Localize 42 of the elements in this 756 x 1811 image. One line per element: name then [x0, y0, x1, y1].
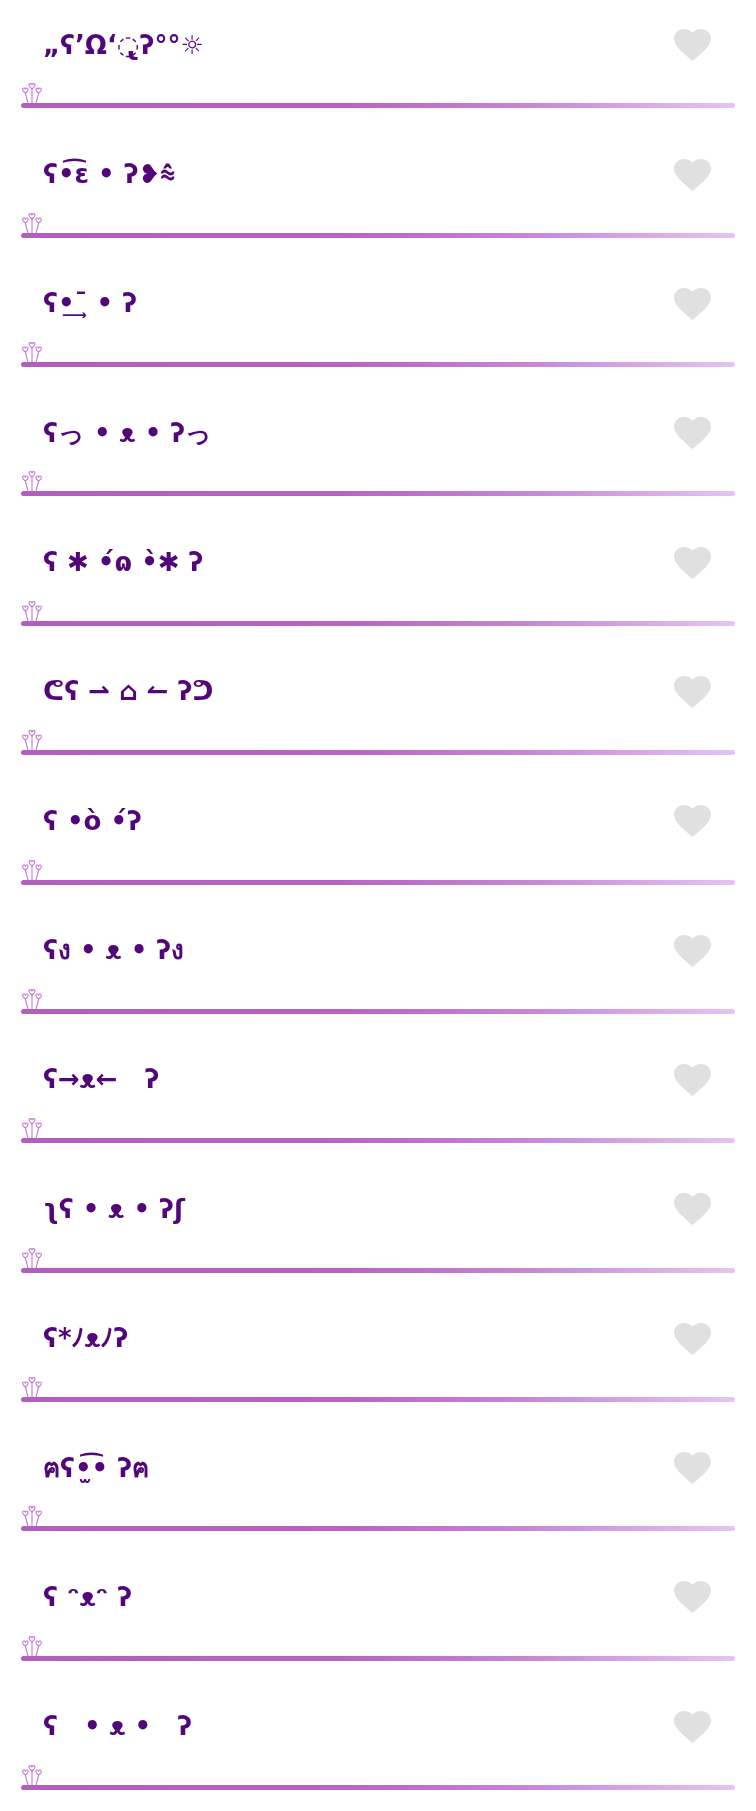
kaomoji-text: ʕ •ò •́ʔ — [43, 805, 142, 837]
heart-icon[interactable] — [674, 417, 711, 450]
kaomoji-text: ʕ*ﾉᴥﾉʔ — [43, 1323, 129, 1355]
heart-flowers-icon — [22, 1635, 42, 1656]
heart-icon[interactable] — [674, 1193, 711, 1226]
kaomoji-text: „ʕ’Ω‘◌̢ʔ°°☼ — [43, 29, 204, 61]
kaomoji-text: ʕ • ᴥ • ʔ — [43, 1711, 193, 1743]
heart-icon[interactable] — [674, 675, 711, 708]
heart-flowers-icon — [22, 1376, 42, 1397]
heart-flowers-icon — [22, 600, 42, 621]
kaomoji-text: ʕง • ᴥ • ʔง — [43, 935, 185, 967]
heart-flowers-icon — [22, 212, 42, 233]
heart-flowers-icon — [22, 988, 42, 1009]
heart-icon[interactable] — [674, 158, 711, 191]
kaomoji-text: ʕ→ᴥ← ʔ — [43, 1064, 160, 1096]
heart-flowers-icon — [22, 1247, 42, 1268]
heart-icon[interactable] — [674, 1064, 711, 1096]
heart-flowers-icon — [22, 1765, 42, 1785]
heart-icon[interactable] — [674, 546, 711, 579]
kaomoji-text: ʕ ᵔᴥᵔ ʔ — [43, 1581, 133, 1614]
heart-icon[interactable] — [674, 1452, 711, 1485]
heart-icon[interactable] — [674, 1710, 711, 1743]
heart-flowers-icon — [22, 1506, 42, 1527]
heart-icon[interactable] — [674, 1322, 711, 1355]
heart-icon[interactable] — [674, 287, 711, 320]
heart-flowers-icon — [22, 859, 42, 880]
heart-icon[interactable] — [674, 1581, 711, 1614]
heart-flowers-icon — [22, 730, 42, 751]
heart-icon[interactable] — [674, 934, 711, 967]
kaomoji-text: ʕ•͢¯ • ʔ — [43, 288, 138, 320]
heart-flowers-icon — [22, 471, 42, 492]
heart-icon[interactable] — [674, 805, 711, 838]
heart-flowers-icon — [22, 83, 42, 104]
heart-flowers-icon — [22, 1118, 42, 1139]
kaomoji-text: ʕ ✱ •́ɷ •̀✱ ʔ — [43, 547, 204, 579]
heart-icon[interactable] — [674, 29, 711, 62]
heart-flowers-icon — [22, 342, 42, 363]
kaomoji-text: ʕ•͡ɛ • ʔ❥⩯ — [43, 158, 176, 191]
kaomoji-text: ʕっ • ᴥ • ʔっ — [43, 417, 213, 449]
kaomoji-text: ฅʕ•̫͡• ʔฅ — [43, 1452, 150, 1484]
kaomoji-text: ᕦʕ ⇀ ⌂ ↼ ʔᕤ — [43, 676, 214, 708]
kaomoji-text: ʅʕ • ᴥ • ʔʃ — [43, 1193, 185, 1225]
